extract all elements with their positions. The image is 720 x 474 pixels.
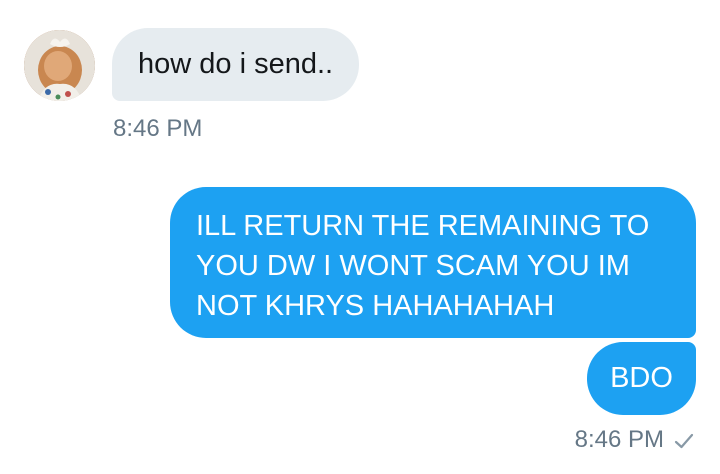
check-icon	[674, 430, 694, 450]
incoming-message-text: how do i send..	[138, 48, 334, 80]
avatar[interactable]	[24, 30, 95, 101]
outgoing-message-line: YOU DW I WONT SCAM YOU IM	[196, 250, 630, 282]
outgoing-message-line: NOT KHRYS HAHAHAHAH	[196, 290, 555, 322]
outgoing-message-bubble-bdo[interactable]: BDO	[587, 342, 696, 415]
incoming-message-bubble[interactable]: how do i send..	[112, 28, 360, 101]
outgoing-message-status: 8:46 PM	[575, 426, 694, 454]
outgoing-message-text: BDO	[610, 362, 673, 394]
incoming-message-timestamp: 8:46 PM	[113, 115, 203, 142]
outgoing-message-bubble[interactable]: ILL RETURN THE REMAINING TO YOU DW I WON…	[170, 187, 696, 338]
avatar-image	[24, 30, 95, 101]
outgoing-message-line: ILL RETURN THE REMAINING TO	[196, 210, 650, 242]
outgoing-message-timestamp: 8:46 PM	[574, 426, 664, 453]
